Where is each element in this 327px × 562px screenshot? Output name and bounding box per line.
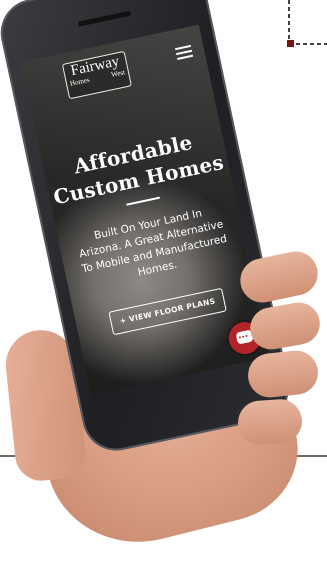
finger-ring xyxy=(245,348,321,400)
chat-dots: ••• xyxy=(237,331,250,343)
logo-right-text: West xyxy=(110,68,126,79)
hero-headline: Affordable Custom Homes xyxy=(51,129,226,210)
corner-bracket-graphic xyxy=(287,0,327,47)
site-logo[interactable]: Fairway Homes West xyxy=(61,50,132,100)
view-floor-plans-button[interactable]: + VIEW FLOOR PLANS xyxy=(108,287,227,336)
headline-divider xyxy=(126,196,160,206)
hamburger-menu-icon[interactable] xyxy=(175,44,194,63)
hero-subtext: Built On Your Land In Arizona. A Great A… xyxy=(78,207,228,279)
